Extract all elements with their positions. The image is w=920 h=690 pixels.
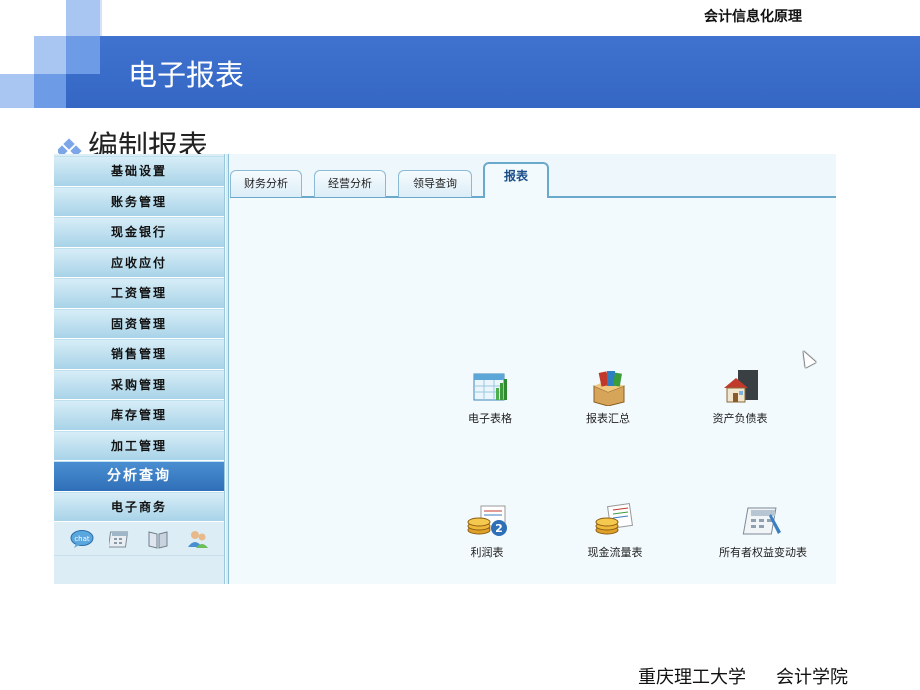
tile-spreadsheet[interactable]: 电子表格 <box>460 368 520 426</box>
tile-label: 利润表 <box>470 546 504 559</box>
course-title: 会计信息化原理 <box>704 9 802 25</box>
tile-label: 资产负债表 <box>712 412 768 425</box>
title-banner: 电子报表 <box>66 36 920 108</box>
subheading-text: 编制报表 <box>88 130 208 156</box>
sidebar-item-receivables-payables[interactable]: 应收应付 <box>54 247 224 278</box>
sidebar-divider <box>226 154 229 584</box>
sidebar-item-payroll[interactable]: 工资管理 <box>54 278 224 309</box>
sidebar-item-accounts[interactable]: 账务管理 <box>54 186 224 217</box>
decor-square <box>0 74 34 108</box>
tile-label: 现金流量表 <box>587 546 643 559</box>
tab-bar: 财务分析 经营分析 领导查询 报表 <box>230 154 836 200</box>
tab-operations-analysis[interactable]: 经营分析 <box>314 170 386 197</box>
sidebar-item-inventory[interactable]: 库存管理 <box>54 400 224 431</box>
tile-equity-statement[interactable]: 所有者权益变动表 <box>710 502 816 560</box>
svg-text:chat: chat <box>75 535 91 543</box>
chat-icon[interactable]: chat <box>70 529 94 549</box>
footer-school: 重庆理工大学 <box>638 667 746 688</box>
sidebar-item-fixed-assets[interactable]: 固资管理 <box>54 308 224 339</box>
decor-square <box>66 0 100 36</box>
tile-cash-flow[interactable]: 现金流量表 <box>578 502 652 560</box>
subheading: 编制报表 <box>58 128 208 156</box>
reports-panel: 电子表格 报表汇总 资产负债表 2 利润表 现金流量表 所有者权益变动表 <box>230 198 836 584</box>
tile-income-statement[interactable]: 2 利润表 <box>462 502 512 560</box>
sidebar-menu: 基础设置 账务管理 现金银行 应收应付 工资管理 固资管理 销售管理 采购管理 … <box>54 154 225 584</box>
sidebar-item-sales[interactable]: 销售管理 <box>54 339 224 370</box>
sidebar-item-ecommerce[interactable]: 电子商务 <box>54 491 224 522</box>
equity-statement-icon <box>741 502 785 540</box>
sidebar-item-purchasing[interactable]: 采购管理 <box>54 369 224 400</box>
tab-leadership-query[interactable]: 领导查询 <box>398 170 472 197</box>
book-icon[interactable] <box>147 529 169 549</box>
cash-flow-icon <box>593 502 637 540</box>
users-icon[interactable] <box>186 529 208 549</box>
income-statement-icon: 2 <box>465 502 509 540</box>
report-summary-icon <box>586 368 630 407</box>
sidebar-item-basic-settings[interactable]: 基础设置 <box>54 156 224 187</box>
tile-label: 报表汇总 <box>586 412 630 425</box>
spreadsheet-icon <box>468 368 512 406</box>
tab-financial-analysis[interactable]: 财务分析 <box>230 170 302 197</box>
footer: 重庆理工大学 会计学院 <box>638 663 878 689</box>
tile-balance-sheet[interactable]: 资产负债表 <box>700 368 780 426</box>
sidebar-item-analysis[interactable]: 分析查询 <box>54 461 224 492</box>
calendar-icon[interactable] <box>107 529 131 549</box>
tile-report-summary[interactable]: 报表汇总 <box>575 368 641 426</box>
tile-label: 电子表格 <box>468 412 512 425</box>
tab-reports[interactable]: 报表 <box>483 162 549 200</box>
footer-college: 会计学院 <box>776 667 848 688</box>
decor-square <box>66 36 100 74</box>
svg-text:2: 2 <box>495 522 503 535</box>
balance-sheet-icon <box>718 368 762 406</box>
decor-square <box>34 36 66 74</box>
tile-label: 所有者权益变动表 <box>719 546 807 559</box>
banner-title: 电子报表 <box>128 58 245 92</box>
sidebar-item-cash-bank[interactable]: 现金银行 <box>54 217 224 248</box>
app-window: 基础设置 账务管理 现金银行 应收应付 工资管理 固资管理 销售管理 采购管理 … <box>54 154 836 584</box>
sidebar-item-processing[interactable]: 加工管理 <box>54 430 224 461</box>
sidebar-tool-icons: chat <box>54 522 224 556</box>
decor-square <box>100 0 102 36</box>
decor-square <box>34 74 66 108</box>
